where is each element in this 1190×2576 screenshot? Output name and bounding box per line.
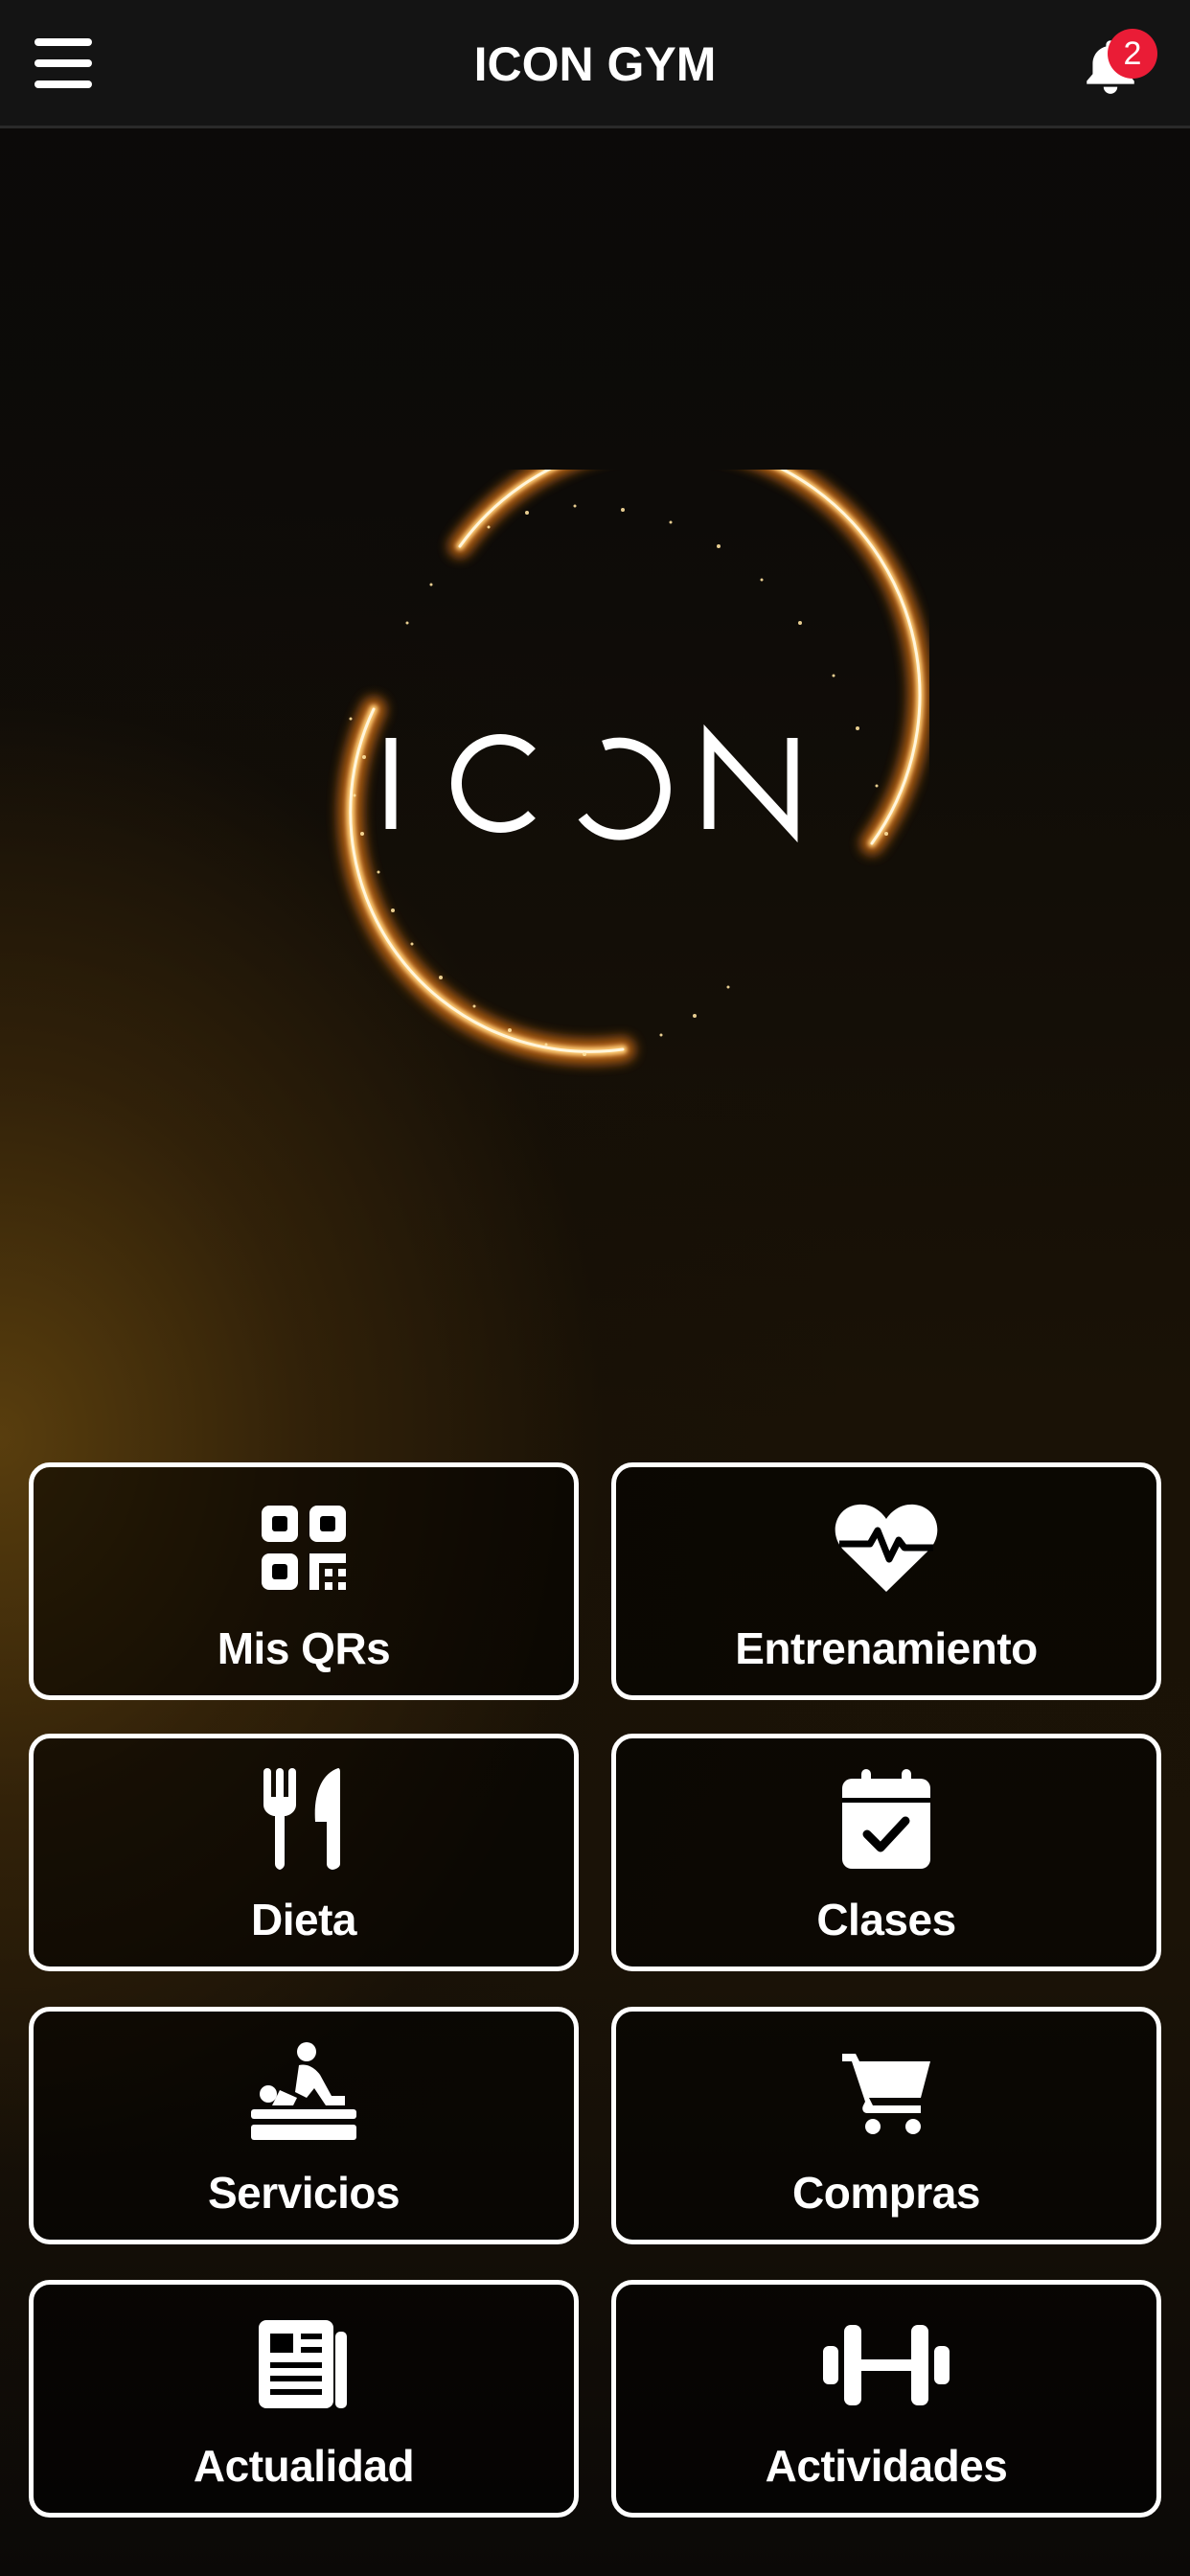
dumbbell-icon	[823, 2325, 950, 2405]
tile-label: Actualidad	[193, 2441, 415, 2491]
tile-servicios[interactable]: Servicios	[29, 2007, 579, 2244]
gym-logo	[259, 428, 932, 1092]
utensils-icon	[263, 1768, 340, 1870]
notifications-button[interactable]: 2	[1079, 29, 1157, 105]
shopping-cart-icon	[842, 2054, 930, 2134]
notification-badge: 2	[1108, 29, 1157, 79]
tile-label: Dieta	[251, 1895, 356, 1944]
heart-pulse-icon	[835, 1504, 938, 1592]
app-title: ICON GYM	[473, 37, 717, 91]
tile-compras[interactable]: Compras	[611, 2007, 1161, 2244]
tile-actividades[interactable]: Actividades	[611, 2280, 1161, 2518]
newspaper-icon	[259, 2320, 347, 2408]
tile-actualidad[interactable]: Actualidad	[29, 2280, 579, 2518]
top-bar: ICON GYM 2	[0, 0, 1190, 128]
tile-mis-qrs[interactable]: Mis QRs	[29, 1462, 579, 1700]
tile-label: Clases	[816, 1895, 956, 1944]
calendar-check-icon	[842, 1769, 930, 1869]
massage-icon	[251, 2042, 356, 2140]
tile-label: Servicios	[207, 2168, 400, 2218]
tile-label: Entrenamiento	[735, 1623, 1038, 1673]
qr-code-icon	[262, 1506, 346, 1590]
app-screen: ICON GYM 2 Mis QRs Entrenamiento Dieta C…	[0, 0, 1190, 2576]
tile-label: Actividades	[765, 2441, 1008, 2491]
tile-label: Mis QRs	[217, 1623, 391, 1673]
tile-label: Compras	[792, 2168, 980, 2218]
tile-dieta[interactable]: Dieta	[29, 1734, 579, 1971]
tile-clases[interactable]: Clases	[611, 1734, 1161, 1971]
tile-entrenamiento[interactable]: Entrenamiento	[611, 1462, 1161, 1700]
